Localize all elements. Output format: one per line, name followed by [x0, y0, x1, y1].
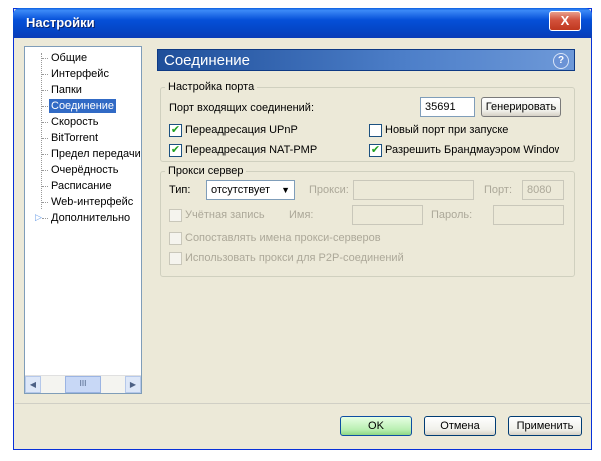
- upnp-label: Переадресация UPnP: [185, 124, 298, 136]
- proxy-port-input[interactable]: 8080: [522, 180, 564, 200]
- tree-item[interactable]: Интерфейс: [49, 67, 111, 81]
- proxy-p2p-label: Использовать прокси для P2P-соединений: [185, 252, 404, 264]
- port-group-title: Настройка порта: [165, 81, 258, 93]
- natpmp-checkbox[interactable]: ✔: [169, 144, 182, 157]
- proxy-auth-label: Учётная запись: [185, 209, 265, 221]
- section-title: Соединение: [164, 52, 250, 69]
- tree-connector: [42, 138, 48, 139]
- proxy-auth-checkbox[interactable]: [169, 209, 182, 222]
- incoming-port-label: Порт входящих соединений:: [169, 102, 315, 114]
- proxy-type-label: Тип:: [169, 184, 191, 196]
- dropdown-arrow-icon: ▼: [281, 185, 290, 195]
- tree-connector: [42, 122, 48, 123]
- tree-item[interactable]: Очерёдность: [49, 163, 121, 177]
- tree-connector: [42, 218, 48, 219]
- random-port-checkbox[interactable]: [369, 124, 382, 137]
- tree-connector: [42, 202, 48, 203]
- apply-button[interactable]: Применить: [508, 416, 582, 436]
- tree-item[interactable]: Дополнительно: [49, 211, 132, 225]
- scroll-thumb[interactable]: III: [65, 376, 101, 393]
- close-button[interactable]: X: [549, 11, 581, 31]
- expand-arrow-icon[interactable]: ▷: [35, 212, 42, 223]
- scroll-left-icon[interactable]: ◀: [25, 376, 41, 393]
- proxy-resolve-checkbox[interactable]: [169, 232, 182, 245]
- tree-item[interactable]: Предел передачи: [49, 147, 143, 161]
- tree-connector: [42, 58, 48, 59]
- window-title: Настройки: [26, 15, 95, 30]
- tree-item[interactable]: Соединение: [49, 99, 117, 113]
- footer-divider: [15, 403, 590, 404]
- tree-horizontal-scrollbar[interactable]: ◀ III ▶: [25, 375, 141, 393]
- firewall-label: Разрешить Брандмауэром Windows: [385, 144, 559, 156]
- generate-port-button[interactable]: Генерировать: [481, 97, 561, 117]
- proxy-p2p-checkbox[interactable]: [169, 252, 182, 265]
- proxy-group-title: Прокси сервер: [165, 165, 247, 177]
- proxy-port-label: Порт:: [484, 184, 512, 196]
- upnp-checkbox[interactable]: ✔: [169, 124, 182, 137]
- tree-connector: [42, 90, 48, 91]
- proxy-host-label: Прокси:: [309, 184, 349, 196]
- tree-connector: [42, 186, 48, 187]
- section-header: Соединение ?: [157, 49, 575, 71]
- ok-button[interactable]: OK: [340, 416, 412, 436]
- proxy-password-label: Пароль:: [431, 209, 473, 221]
- natpmp-label: Переадресация NAT-PMP: [185, 144, 318, 156]
- proxy-host-input[interactable]: [353, 180, 474, 200]
- help-icon[interactable]: ?: [553, 53, 569, 69]
- proxy-resolve-label: Сопоставлять имена прокси-серверов: [185, 232, 381, 244]
- firewall-checkbox[interactable]: ✔: [369, 144, 382, 157]
- random-port-label: Новый порт при запуске: [385, 124, 509, 136]
- cancel-button[interactable]: Отмена: [424, 416, 496, 436]
- proxy-username-input[interactable]: [352, 205, 423, 225]
- proxy-type-value: отсутствует: [211, 184, 271, 196]
- incoming-port-input[interactable]: 35691: [420, 97, 475, 117]
- proxy-username-label: Имя:: [289, 209, 314, 221]
- tree-connector: [42, 74, 48, 75]
- proxy-type-select[interactable]: отсутствует ▼: [206, 180, 295, 200]
- tree-connector: [42, 170, 48, 171]
- tree-item[interactable]: Скорость: [49, 115, 101, 129]
- tree-item[interactable]: Расписание: [49, 179, 114, 193]
- proxy-password-input[interactable]: [493, 205, 564, 225]
- scroll-right-icon[interactable]: ▶: [125, 376, 141, 393]
- tree-item[interactable]: Web-интерфейс: [49, 195, 135, 209]
- tree-connector: [42, 106, 48, 107]
- tree-connector: [42, 154, 48, 155]
- title-bar[interactable]: [13, 8, 592, 38]
- tree-item[interactable]: Общие: [49, 51, 89, 65]
- tree-item[interactable]: Папки: [49, 83, 84, 97]
- tree-item[interactable]: BitTorrent: [49, 131, 100, 145]
